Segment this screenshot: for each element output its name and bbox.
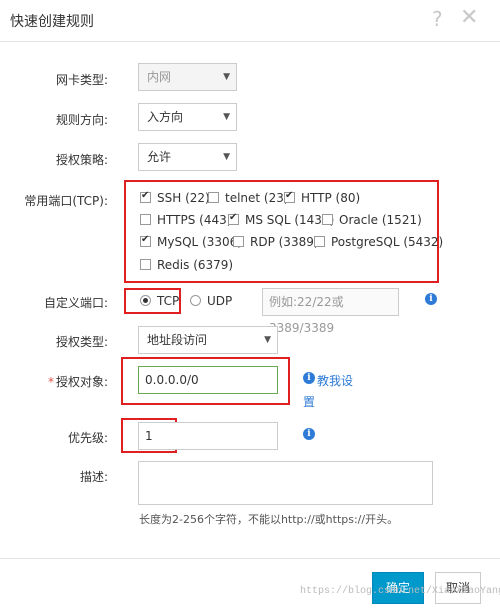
dialog-title: 快速创建规则 bbox=[10, 14, 94, 30]
port-telnet-checkbox[interactable]: telnet (23) bbox=[208, 191, 289, 205]
chevron-down-icon: ▼ bbox=[223, 72, 230, 82]
priority-input[interactable]: 1 bbox=[138, 422, 278, 450]
common-ports-label: 常用端口(TCP): bbox=[24, 194, 108, 208]
priority-label: 优先级: bbox=[67, 431, 108, 445]
help-icon[interactable]: ? bbox=[432, 7, 443, 31]
policy-value: 允许 bbox=[147, 150, 172, 164]
watermark-text: https://blog.csdn.net/XiaoXiaoYang7 bbox=[300, 586, 500, 597]
port-https-checkbox[interactable]: HTTPS (443) bbox=[140, 213, 231, 227]
nic-type-label: 网卡类型: bbox=[55, 73, 108, 87]
description-hint: 长度为2-256个字符，不能以http://或https://开头。 bbox=[139, 513, 399, 526]
port-postgresql-checkbox[interactable]: PostgreSQL (5432) bbox=[314, 235, 443, 249]
direction-label: 规则方向: bbox=[55, 113, 108, 127]
port-ssh-checkbox[interactable]: SSH (22) bbox=[140, 190, 210, 205]
custom-port-label: 自定义端口: bbox=[43, 296, 108, 310]
checkbox-checked-icon bbox=[140, 234, 151, 247]
chevron-down-icon: ▼ bbox=[223, 152, 230, 162]
nic-type-value: 内网 bbox=[147, 70, 172, 84]
teach-me-link-continued[interactable]: 置 bbox=[303, 393, 315, 410]
dialog-titlebar: 快速创建规则 ? ✕ bbox=[0, 0, 500, 42]
radio-icon bbox=[190, 295, 201, 306]
port-http-checkbox[interactable]: HTTP (80) bbox=[284, 190, 360, 205]
port-mssql-checkbox[interactable]: MS SQL (1433) bbox=[228, 212, 334, 227]
info-icon[interactable]: i bbox=[303, 428, 315, 440]
nic-type-select: 内网 ▼ bbox=[138, 63, 237, 91]
checkbox-icon bbox=[140, 259, 151, 270]
checkbox-icon bbox=[322, 214, 333, 225]
chevron-down-icon: ▼ bbox=[264, 335, 271, 345]
dialog-footer: 确定 取消 bbox=[0, 558, 500, 609]
policy-label: 授权策略: bbox=[55, 153, 108, 167]
close-icon[interactable]: ✕ bbox=[460, 5, 478, 30]
auth-object-input[interactable]: 0.0.0.0/0 bbox=[138, 366, 278, 394]
checkbox-icon bbox=[314, 236, 325, 247]
info-icon: i bbox=[303, 372, 315, 384]
auth-type-select[interactable]: 地址段访问 ▼ bbox=[138, 326, 278, 354]
auth-type-label: 授权类型: bbox=[55, 335, 108, 349]
checkbox-icon bbox=[140, 214, 151, 225]
direction-value: 入方向 bbox=[147, 110, 184, 124]
custom-port-input[interactable]: 例如:22/22或3389/3389 bbox=[262, 288, 399, 335]
port-redis-checkbox[interactable]: Redis (6379) bbox=[140, 258, 233, 272]
policy-select[interactable]: 允许 ▼ bbox=[138, 143, 237, 171]
checkbox-checked-icon bbox=[284, 190, 295, 203]
checkbox-checked-icon bbox=[140, 190, 151, 203]
radio-selected-icon bbox=[140, 295, 151, 306]
port-rdp-checkbox[interactable]: RDP (3389) bbox=[233, 235, 319, 249]
port-oracle-checkbox[interactable]: Oracle (1521) bbox=[322, 213, 422, 227]
checkbox-icon bbox=[233, 236, 244, 247]
description-label: 描述: bbox=[79, 470, 108, 484]
direction-select[interactable]: 入方向 ▼ bbox=[138, 103, 237, 131]
checkbox-icon bbox=[208, 192, 219, 203]
auth-object-label: * 授权对象: bbox=[47, 375, 108, 389]
checkbox-checked-icon bbox=[228, 212, 239, 225]
protocol-udp-radio[interactable]: UDP bbox=[190, 294, 232, 308]
port-mysql-checkbox[interactable]: MySQL (3306) bbox=[140, 234, 242, 249]
protocol-tcp-radio[interactable]: TCP bbox=[140, 294, 179, 308]
quick-create-rule-dialog: 快速创建规则 ? ✕ 网卡类型: 内网 ▼ 规则方向: 入方向 ▼ 授权策略: … bbox=[0, 0, 500, 609]
auth-type-value: 地址段访问 bbox=[147, 333, 208, 347]
description-textarea[interactable] bbox=[138, 461, 433, 505]
required-mark: * bbox=[47, 375, 54, 389]
chevron-down-icon: ▼ bbox=[223, 112, 230, 122]
info-icon[interactable]: i bbox=[425, 293, 437, 305]
teach-me-link[interactable]: 教我设 bbox=[317, 372, 353, 389]
